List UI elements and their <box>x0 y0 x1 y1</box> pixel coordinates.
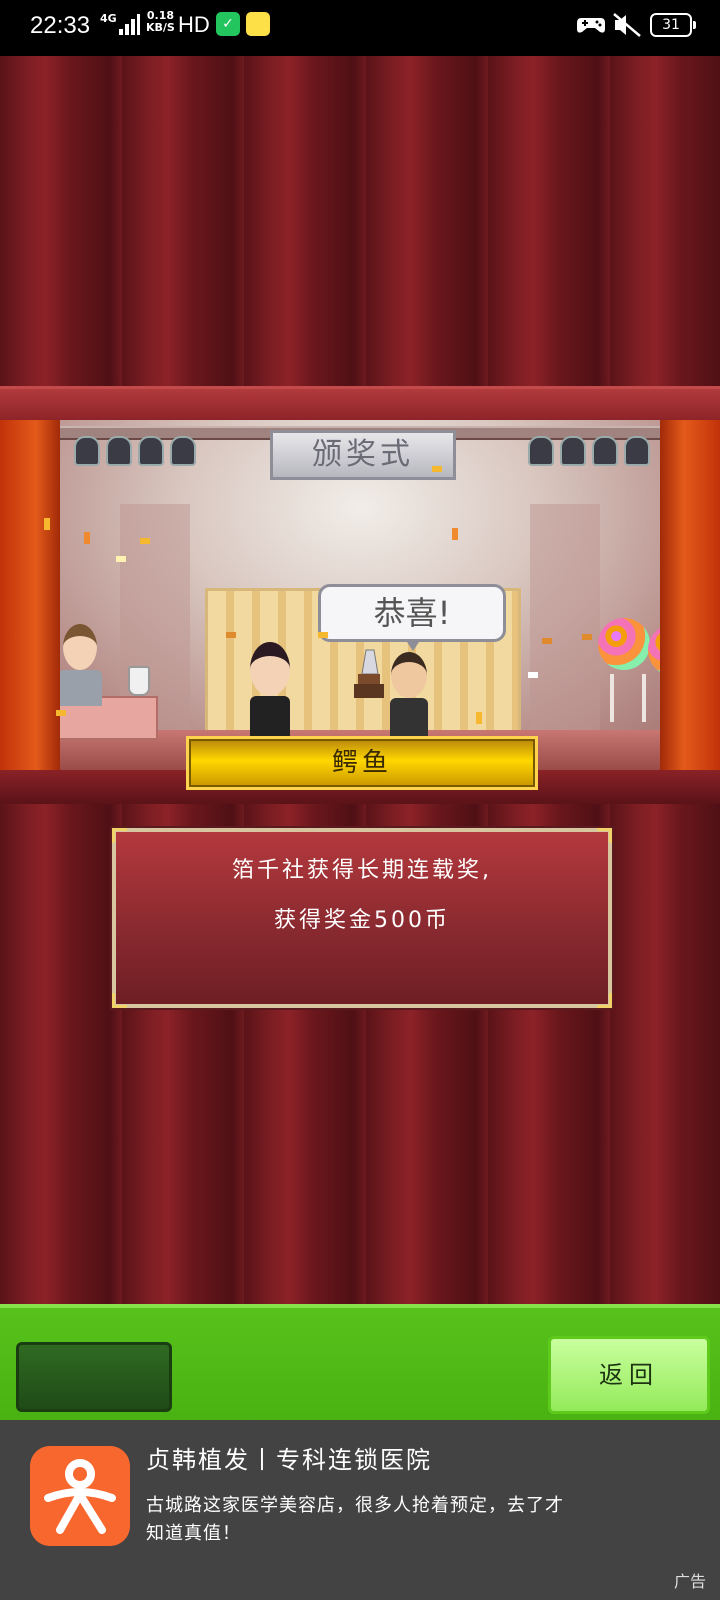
spotlight-icon <box>592 436 618 466</box>
mute-icon <box>613 13 641 37</box>
winner-character <box>250 642 290 750</box>
confetti <box>542 638 552 644</box>
presenter-character <box>390 652 428 746</box>
curtain-top <box>0 56 720 386</box>
award-message-line2: 获得奖金500币 <box>274 908 450 933</box>
judge-character <box>58 624 102 706</box>
app-notification-icon: ✓ <box>216 12 240 36</box>
bottom-control-bar: 返回 <box>0 1304 720 1428</box>
battery-indicator: 31 <box>650 13 696 37</box>
ad-label: 广告 <box>673 1572 706 1591</box>
corner-ornament <box>597 993 612 1008</box>
spotlight-icon <box>106 436 132 466</box>
curtain-valance-top <box>0 386 720 423</box>
confetti <box>582 634 592 640</box>
status-bar: 22:33 4G 0.18 KB/S HD ✓ 31 <box>0 0 720 56</box>
trophy-cup-icon <box>128 666 150 696</box>
award-message-dialog: 箔千社获得长期连载奖, 获得奖金500币 <box>110 826 614 1010</box>
award-stage: 颁奖式 恭喜! <box>0 420 720 770</box>
spotlight-icon <box>74 436 100 466</box>
confetti <box>452 528 458 540</box>
flower-stand <box>610 674 646 722</box>
ad-banner[interactable]: 贞韩植发丨专科连锁医院 古城路这家医学美容店，很多人抢着预定，去了才知道真值！ … <box>0 1420 720 1600</box>
stage-curtain-left <box>0 420 60 770</box>
app-logo-icon[interactable] <box>30 1446 130 1546</box>
confetti <box>432 466 442 472</box>
speed-unit: KB/S <box>146 21 175 34</box>
spotlight-icon <box>624 436 650 466</box>
ad-title[interactable]: 贞韩植发丨专科连锁医院 <box>146 1440 432 1475</box>
flower-bouquet-icon <box>598 618 650 670</box>
corner-ornament <box>597 828 612 843</box>
network-type: 4G <box>100 12 117 25</box>
spotlight-icon <box>138 436 164 466</box>
app-notification-icon-2 <box>246 12 270 36</box>
ad-description[interactable]: 古城路这家医学美容店，很多人抢着预定，去了才知道真值！ <box>146 1492 576 1550</box>
award-ceremony-sign: 颁奖式 <box>270 430 456 480</box>
gamepad-icon <box>577 18 605 33</box>
award-name-plate: 鳄鱼 <box>186 736 538 790</box>
confetti <box>56 710 66 716</box>
corner-ornament <box>112 993 127 1008</box>
confetti <box>318 632 328 638</box>
spotlight-icon <box>560 436 586 466</box>
confetti <box>44 518 50 530</box>
confetti <box>476 712 482 724</box>
stage-curtain-right <box>660 420 720 770</box>
award-message-line1: 箔千社获得长期连载奖, <box>232 858 492 883</box>
stage-pillar-right <box>530 504 600 730</box>
network-speed: 0.18 KB/S <box>146 10 175 34</box>
confetti <box>84 532 90 544</box>
status-time: 22:33 <box>30 12 91 39</box>
trophy-icon <box>354 649 384 698</box>
congrats-speech-bubble: 恭喜! <box>318 584 506 651</box>
return-button[interactable]: 返回 <box>548 1336 710 1414</box>
hd-indicator: HD <box>178 12 210 37</box>
corner-ornament <box>112 828 127 843</box>
spotlight-icon <box>528 436 554 466</box>
signal-icon <box>119 14 140 35</box>
blank-button[interactable] <box>16 1342 172 1412</box>
confetti <box>226 632 236 638</box>
confetti <box>116 556 126 562</box>
spotlight-icon <box>170 436 196 466</box>
confetti <box>140 538 150 544</box>
confetti <box>528 672 538 678</box>
